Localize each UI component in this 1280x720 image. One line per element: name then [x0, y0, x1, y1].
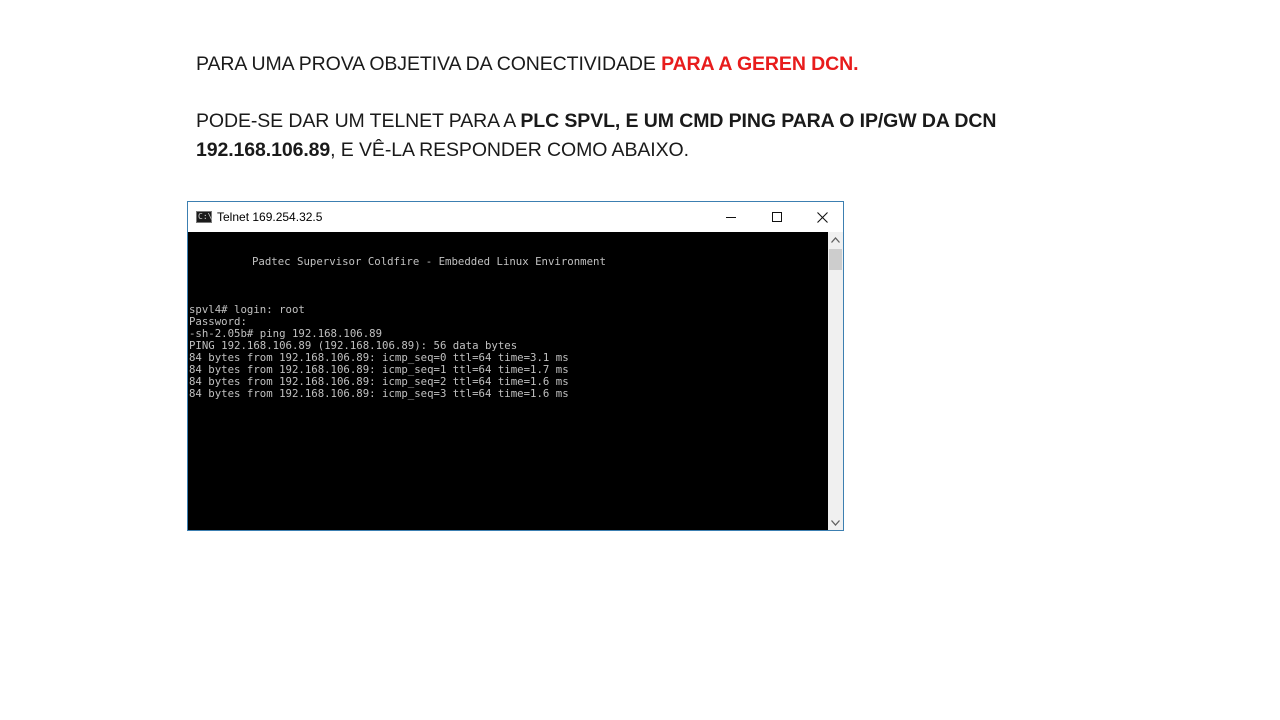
instruction-suffix: , E VÊ-LA RESPONDER COMO ABAIXO.: [330, 139, 689, 161]
slide: PARA UMA PROVA OBJETIVA DA CONECTIVIDADE…: [0, 0, 1280, 720]
scroll-down-button[interactable]: [828, 515, 843, 530]
console-lines: spvl4# login: root Password: -sh-2.05b# …: [189, 304, 569, 400]
instruction-text: PODE-SE DAR UM TELNET PARA A: [196, 110, 521, 132]
minimize-button[interactable]: [708, 202, 754, 232]
window-title: Telnet 169.254.32.5: [217, 210, 323, 224]
vertical-scrollbar[interactable]: [828, 232, 843, 530]
ip-address: 192.168.106.89: [196, 139, 331, 161]
intro-highlight: PARA A GEREN DCN.: [661, 53, 859, 75]
window-titlebar[interactable]: C:\ Telnet 169.254.32.5: [188, 202, 843, 232]
instruction-bold: PLC SPVL, E UM CMD PING PARA O IP/GW DA …: [520, 110, 997, 132]
scroll-thumb[interactable]: [829, 249, 842, 270]
maximize-icon: [772, 212, 782, 222]
maximize-button[interactable]: [754, 202, 800, 232]
chevron-down-icon: [831, 519, 840, 526]
minimize-icon: [726, 217, 736, 218]
intro-line: PARA UMA PROVA OBJETIVA DA CONECTIVIDADE…: [196, 50, 858, 79]
instruction-line-1: PODE-SE DAR UM TELNET PARA A PLC SPVL, E…: [196, 107, 996, 136]
console-line: 84 bytes from 192.168.106.89: icmp_seq=3…: [189, 387, 569, 400]
console-banner: Padtec Supervisor Coldfire - Embedded Li…: [252, 255, 606, 268]
telnet-window[interactable]: C:\ Telnet 169.254.32.5 Padtec Superviso…: [187, 201, 844, 531]
intro-text: PARA UMA PROVA OBJETIVA DA CONECTIVIDADE: [196, 53, 662, 75]
close-button[interactable]: [799, 202, 845, 232]
console-icon[interactable]: C:\: [196, 211, 212, 223]
close-icon: [816, 211, 828, 223]
scroll-up-button[interactable]: [828, 232, 843, 247]
chevron-up-icon: [831, 236, 840, 243]
instruction-line-2: 192.168.106.89, E VÊ-LA RESPONDER COMO A…: [196, 136, 689, 165]
console-output[interactable]: Padtec Supervisor Coldfire - Embedded Li…: [188, 232, 828, 530]
